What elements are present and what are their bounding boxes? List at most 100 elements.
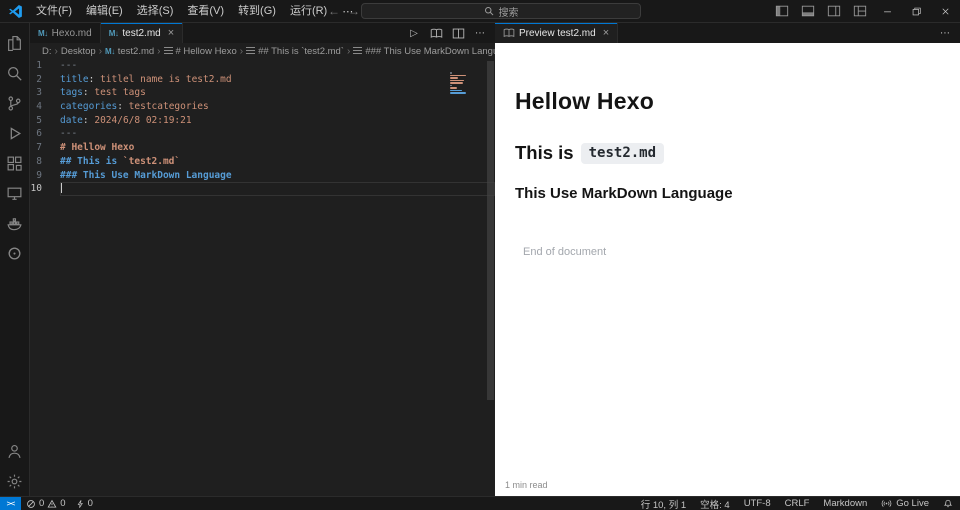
extensions-icon[interactable] xyxy=(0,148,30,178)
toggle-sidebar-icon[interactable] xyxy=(769,0,795,22)
code-line[interactable]: 5 date: 2024/6/8 02:19:21 xyxy=(30,114,495,128)
more-actions-icon[interactable]: ⋯ xyxy=(471,24,489,42)
go-live-button[interactable]: Go Live xyxy=(874,497,936,510)
account-icon[interactable] xyxy=(0,436,30,466)
live-server-icon[interactable] xyxy=(0,238,30,268)
menu-item[interactable]: 选择(S) xyxy=(130,0,181,22)
menu-item[interactable]: 文件(F) xyxy=(29,0,79,22)
run-debug-icon[interactable] xyxy=(0,118,30,148)
token: 2024/6/8 02:19:21 xyxy=(94,114,192,126)
eol-setting[interactable]: CRLF xyxy=(778,497,817,510)
more-actions-icon[interactable]: ⋯ xyxy=(936,24,954,42)
breadcrumb-item[interactable]: ### This Use MarkDown Language xyxy=(353,46,495,57)
tab-Hexo.md[interactable]: M↓ Hexo.md xyxy=(30,23,101,43)
token: --- xyxy=(60,128,78,140)
preview-group: Preview test2.md × ⋯ Hellow Hexo This is… xyxy=(495,23,960,496)
code-line[interactable]: 6 --- xyxy=(30,127,495,141)
notifications-bell-icon[interactable] xyxy=(936,497,960,510)
breadcrumb-label: D: xyxy=(42,45,52,57)
code-text: title: titlel name is test2.md xyxy=(60,73,495,87)
nav-back-icon[interactable]: ← xyxy=(328,4,340,18)
titlebar-controls xyxy=(769,0,960,22)
toggle-panel-icon[interactable] xyxy=(795,0,821,22)
explorer-icon[interactable] xyxy=(0,28,30,58)
code-line[interactable]: 1 --- xyxy=(30,59,495,73)
customize-layout-icon[interactable] xyxy=(847,0,873,22)
split-editor-icon[interactable] xyxy=(449,24,467,42)
chevron-right-icon: › xyxy=(346,45,351,57)
close-window-button[interactable] xyxy=(931,0,960,22)
minimap[interactable] xyxy=(450,72,467,96)
preview-heading-2-text: This is xyxy=(515,142,574,163)
token: ## This is xyxy=(60,155,123,167)
breadcrumb-label: ### This Use MarkDown Language xyxy=(365,45,495,57)
preview-tabs: Preview test2.md × xyxy=(495,23,619,43)
minimap-line xyxy=(450,87,457,89)
tab-label: Hexo.md xyxy=(51,27,92,39)
lightning-icon xyxy=(77,499,83,508)
search-sidebar-icon[interactable] xyxy=(0,58,30,88)
open-preview-icon[interactable] xyxy=(427,24,445,42)
close-icon[interactable]: × xyxy=(168,27,174,39)
markdown-file-icon: M↓ xyxy=(38,28,48,38)
menu-item[interactable]: 转到(G) xyxy=(231,0,283,22)
code-line[interactable]: 3 tags: test tags xyxy=(30,86,495,100)
symbol-icon xyxy=(246,47,256,55)
code-editor[interactable]: 1 --- 2 title: titlel name is test2.md 3 tags… xyxy=(30,59,495,496)
indentation-setting[interactable]: 空格: 4 xyxy=(693,497,737,510)
remote-indicator[interactable]: >< xyxy=(0,496,21,510)
restore-button[interactable] xyxy=(902,0,931,22)
scrollbar-thumb[interactable] xyxy=(487,61,494,401)
breadcrumb-item[interactable]: Desktop xyxy=(61,46,96,57)
editor-scrollbar[interactable] xyxy=(487,61,494,496)
close-icon[interactable]: × xyxy=(603,27,609,39)
menu-item[interactable]: 运行(R) xyxy=(283,0,334,22)
text-cursor xyxy=(61,183,62,194)
language-mode[interactable]: Markdown xyxy=(816,497,874,510)
menu-item[interactable]: 查看(V) xyxy=(180,0,231,22)
code-line[interactable]: 10 xyxy=(30,182,495,196)
nav-forward-icon[interactable]: → xyxy=(348,4,360,18)
breadcrumb-item[interactable]: # Hellow Hexo xyxy=(163,46,237,57)
code-line[interactable]: 2 title: titlel name is test2.md xyxy=(30,73,495,87)
breadcrumb-item[interactable]: M↓ test2.md xyxy=(105,46,154,57)
cursor-position[interactable]: 行 10, 列 1 xyxy=(634,497,693,510)
tab-preview-test2[interactable]: Preview test2.md × xyxy=(495,23,619,43)
code-lines: 1 --- 2 title: titlel name is test2.md 3 tags… xyxy=(30,59,495,196)
command-center-search[interactable]: 搜索 xyxy=(361,3,641,19)
ports-indicator[interactable]: 0 xyxy=(71,497,98,510)
docker-icon[interactable] xyxy=(0,208,30,238)
symbol-icon xyxy=(353,47,363,55)
code-line[interactable]: 8 ## This is `test2.md` xyxy=(30,155,495,169)
breadcrumb-item[interactable]: D: xyxy=(42,46,52,57)
line-number: 9 xyxy=(36,169,42,181)
code-text: --- xyxy=(60,59,495,73)
history-nav: ← → xyxy=(328,0,360,22)
code-line[interactable]: 4 categories: testcategories xyxy=(30,100,495,114)
minimize-button[interactable] xyxy=(873,0,902,22)
menu-bar: 文件(F) 编辑(E) 选择(S) 查看(V) 转到(G) 运行(R) xyxy=(29,0,334,22)
code-text xyxy=(60,182,495,196)
source-control-icon[interactable] xyxy=(0,88,30,118)
run-icon[interactable]: ▷ xyxy=(405,24,423,42)
token: date xyxy=(60,114,83,126)
token: testcategories xyxy=(128,101,209,113)
toggle-secondary-sidebar-icon[interactable] xyxy=(821,0,847,22)
code-text: # Hellow Hexo xyxy=(60,141,495,155)
breadcrumb-item[interactable]: ## This is `test2.md` xyxy=(246,46,344,57)
ports-count: 0 xyxy=(87,498,93,509)
tab-test2.md[interactable]: M↓ test2.md × xyxy=(100,23,184,43)
code-line[interactable]: 9 ### This Use MarkDown Language xyxy=(30,169,495,183)
chevron-right-icon: › xyxy=(98,45,103,57)
status-bar: >< 0 0 0 行 10, 列 1 空格: 4 UTF-8 CRLF Mark… xyxy=(0,496,960,510)
preview-content: Hellow Hexo This is test2.md This Use Ma… xyxy=(495,43,960,258)
preview-heading-1: Hellow Hexo xyxy=(515,88,654,114)
remote-explorer-icon[interactable] xyxy=(0,178,30,208)
encoding-setting[interactable]: UTF-8 xyxy=(737,497,778,510)
token: : xyxy=(82,114,95,126)
problems-indicator[interactable]: 0 0 xyxy=(21,497,71,510)
settings-gear-icon[interactable] xyxy=(0,466,30,496)
menu-item[interactable]: 编辑(E) xyxy=(79,0,130,22)
code-line[interactable]: 7 # Hellow Hexo xyxy=(30,141,495,155)
code-text: ## This is `test2.md` xyxy=(60,155,495,169)
